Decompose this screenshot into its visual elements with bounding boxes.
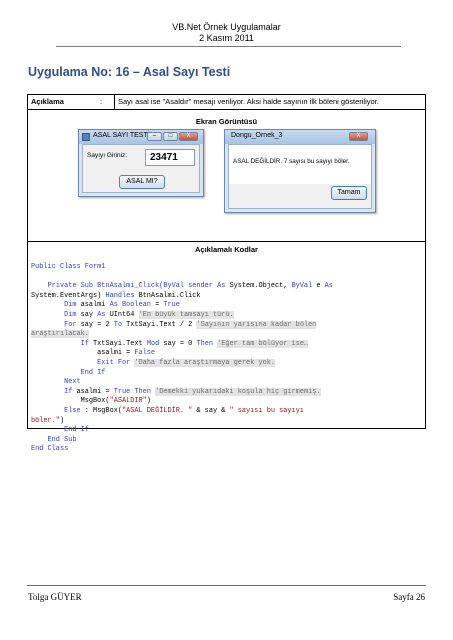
description-value: Sayı asal ise "Asaldır" mesajı veriliyor… — [118, 97, 379, 106]
code-line: asalmi = False — [31, 349, 156, 358]
header-divider — [56, 46, 401, 47]
msgbox-title: Dongu_Ornek_3 — [231, 132, 283, 139]
footer-page-number: Sayfa 26 — [393, 592, 425, 602]
code-line: End Class — [31, 445, 69, 454]
code-line: araştırılacak. — [31, 330, 89, 339]
is-prime-button[interactable]: ASAL MI? — [119, 175, 165, 189]
content-table: Açıklama : Sayı asal ise "Asaldır" mesaj… — [27, 94, 426, 453]
header-title: VB.Net Örnek Uygulamalar — [172, 22, 281, 32]
msgbox-message: ASAL DEĞİLDİR. 7 sayısı bu sayıyı böler. — [233, 158, 350, 165]
code-line: Dim asalmi As Boolean = True — [31, 301, 180, 310]
code-line: MsgBox("ASALDIR") — [31, 397, 151, 406]
code-line: böler.") — [31, 416, 65, 425]
close-button[interactable]: X — [179, 132, 198, 141]
code-block: Public Class Form1 Private Sub BtnAsalmi… — [31, 263, 423, 455]
code-line: Exit For 'Daha fazla araştırmaya gerek y… — [31, 358, 275, 367]
code-line: For say = 2 To TxtSayi.Text / 2 'Sayının… — [31, 320, 317, 329]
number-input[interactable]: 23471 — [145, 149, 195, 166]
window-body: Sayıyı Giriniz: 23471 ASAL MI? — [82, 144, 200, 193]
window-title: ASAL SAYI TESTİ — [93, 132, 150, 139]
message-box-window: Dongu_Ornek_3 X ASAL DEĞİLDİR. 7 sayısı … — [224, 129, 376, 213]
column-divider — [114, 95, 115, 109]
ok-button[interactable]: Tamam — [331, 186, 367, 200]
description-key: Açıklama — [31, 97, 64, 106]
code-line: Public Class Form1 — [31, 263, 106, 271]
code-line: Else : MsgBox("ASAL DEĞİLDİR. " & say & … — [31, 406, 304, 415]
msgbox-titlebar: Dongu_Ornek_3 X — [225, 130, 375, 144]
number-label: Sayıyı Giriniz: — [87, 152, 128, 159]
page-header: VB.Net Örnek Uygulamalar 2 Kasım 2011 — [0, 22, 453, 44]
maximize-button[interactable]: □ — [163, 132, 178, 141]
description-colon: : — [100, 97, 103, 106]
code-line: If TxtSayi.Text Mod say = 0 Then 'Eğer t… — [31, 339, 309, 348]
msgbox-close-button[interactable]: X — [349, 132, 368, 141]
screenshot-section-title: Ekran Görüntüsü — [195, 117, 258, 126]
page-title: Uygulama No: 16 – Asal Sayı Testi — [28, 65, 231, 79]
code-line: Dim say As UInt64 'En büyük tamsayı türü… — [31, 310, 234, 319]
footer-author: Tolga GÜYER — [28, 592, 82, 602]
minimize-button[interactable]: – — [147, 132, 162, 141]
asal-sayi-window: ASAL SAYI TESTİ – □ X Sayıyı Giriniz: 23… — [78, 129, 204, 197]
window-app-icon — [82, 133, 90, 141]
code-line: System.EventArgs) Handles BtnAsalmi.Clic… — [31, 291, 201, 300]
code-line: Next — [31, 378, 81, 387]
code-line: End If — [31, 368, 106, 377]
code-line: End Sub — [31, 435, 77, 444]
code-line: If asalmi = True Then 'Demekki yukarıdak… — [31, 387, 321, 396]
code-section-title: Açıklamalı Kodlar — [195, 245, 258, 254]
msgbox-body: ASAL DEĞİLDİR. 7 sayısı bu sayıyı böler.… — [228, 144, 372, 209]
header-date: 2 Kasım 2011 — [199, 33, 254, 43]
window-titlebar: ASAL SAYI TESTİ – □ X — [79, 130, 203, 144]
description-row: Açıklama : Sayı asal ise "Asaldır" mesaj… — [28, 95, 425, 110]
section-divider — [28, 241, 425, 242]
code-line: Private Sub BtnAsalmi_Click(ByVal sender… — [31, 282, 333, 291]
code-line: End If — [31, 426, 89, 435]
footer-divider — [27, 585, 426, 586]
